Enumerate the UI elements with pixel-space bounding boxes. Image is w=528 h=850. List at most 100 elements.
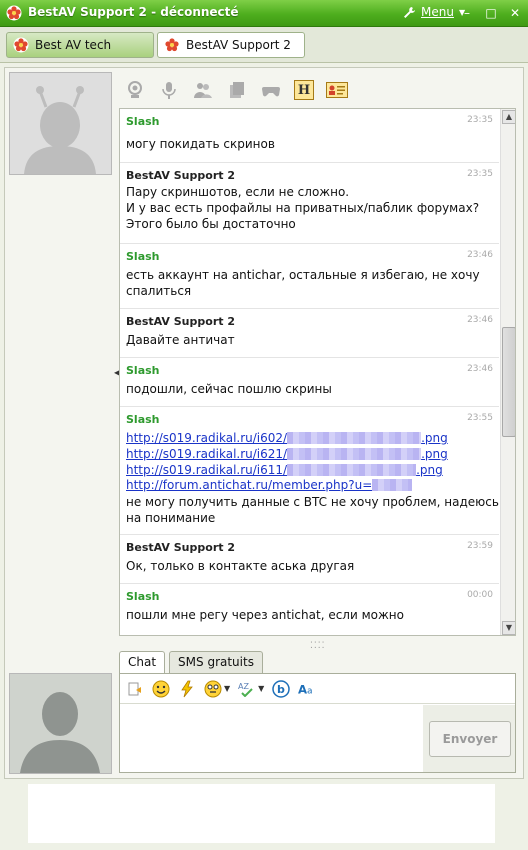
- link-line[interactable]: http://forum.antichat.ru/member.php?u=: [126, 478, 413, 492]
- message-line: могу покидать скринов: [126, 137, 275, 151]
- contact-card-icon[interactable]: [326, 79, 348, 101]
- message-link[interactable]: http://s019.radikal.ru/i602/: [126, 431, 287, 445]
- message-line: Ок, только в контакте аська другая: [126, 559, 355, 573]
- tab-bestav-support-2[interactable]: BestAV Support 2: [157, 32, 305, 58]
- files-icon[interactable]: [226, 79, 248, 101]
- chat-message: BestAV Support 2 23:46 Давайте античат: [120, 309, 499, 358]
- scroll-thumb[interactable]: [502, 327, 515, 437]
- message-link[interactable]: http://s019.radikal.ru/i621/: [126, 447, 287, 461]
- message-sender: Slash: [126, 250, 160, 263]
- message-sender: BestAV Support 2: [126, 169, 235, 182]
- redacted-segment: [287, 432, 422, 444]
- bing-icon[interactable]: b: [272, 679, 291, 698]
- svg-text:b: b: [277, 683, 285, 696]
- webcam-icon[interactable]: [124, 79, 146, 101]
- chat-log[interactable]: Slash 23:35 могу покидать скринов BestAV…: [119, 108, 516, 636]
- link-suffix[interactable]: .png: [416, 463, 443, 477]
- maximize-button[interactable]: □: [484, 6, 498, 20]
- message-line: Этого было бы достаточно: [126, 217, 296, 231]
- message-line: пошли мне регу через antichat, если можн…: [126, 608, 404, 622]
- redacted-segment: [287, 448, 422, 460]
- message-time: 23:35: [467, 169, 493, 179]
- font-icon[interactable]: Aa: [298, 680, 316, 698]
- message-link[interactable]: http://forum.antichat.ru/member.php?u=: [126, 478, 372, 492]
- message-sender: Slash: [126, 364, 160, 377]
- message-time: 23:55: [467, 413, 493, 423]
- message-line: подошли, сейчас пошлю скрины: [126, 382, 332, 396]
- svg-text:A: A: [298, 682, 307, 696]
- close-button[interactable]: ✕: [508, 6, 522, 20]
- chat-message: Slash 23:46 есть аккаунт на antichar, ос…: [120, 244, 499, 309]
- message-line: не могу получить данные с BTC не хочу пр…: [126, 495, 499, 509]
- tab-chat[interactable]: Chat: [119, 651, 166, 674]
- menu-label: Menu: [421, 5, 454, 19]
- message-line: Давайте античат: [126, 333, 235, 347]
- message-sender: Slash: [126, 590, 160, 603]
- tab-label: BestAV Support 2: [186, 38, 291, 52]
- redacted-segment: [372, 479, 413, 491]
- my-avatar[interactable]: [9, 673, 112, 774]
- font-style-icon[interactable]: [126, 680, 144, 698]
- default-avatar-icon: [10, 73, 111, 174]
- chat-message: BestAV Support 2 23:59 Ок, только в конт…: [120, 535, 499, 584]
- link-line[interactable]: http://s019.radikal.ru/i621/ .png: [126, 447, 448, 461]
- redacted-segment: [287, 464, 417, 476]
- message-time: 23:59: [467, 541, 493, 551]
- flower-icon: [164, 37, 180, 53]
- message-time: 00:00: [467, 590, 493, 600]
- gamepad-icon[interactable]: [260, 79, 282, 101]
- splitter-grip[interactable]: ⁚⁚⁚⁚: [310, 641, 325, 651]
- link-line[interactable]: http://s019.radikal.ru/i602/ .png: [126, 431, 448, 445]
- message-line: на понимание: [126, 511, 216, 525]
- message-sender: Slash: [126, 115, 160, 128]
- nudge-lightning-icon[interactable]: [178, 680, 196, 698]
- message-sender: BestAV Support 2: [126, 541, 235, 554]
- tab-label: Best AV tech: [35, 38, 112, 52]
- smiley-icon[interactable]: [152, 680, 170, 698]
- message-line: спалиться: [126, 284, 192, 298]
- contact-avatar[interactable]: [9, 72, 112, 175]
- minimize-button[interactable]: –: [460, 6, 474, 20]
- message-line: И у вас есть профайлы на приватных/пабли…: [126, 201, 480, 215]
- window-title: BestAV Support 2 - déconnecté: [28, 5, 239, 19]
- spellcheck-icon[interactable]: AZ: [238, 680, 256, 698]
- message-sender: BestAV Support 2: [126, 315, 235, 328]
- wink-icon[interactable]: [204, 680, 222, 698]
- svg-text:a: a: [307, 686, 313, 696]
- chat-message: Slash 23:55 http://s019.radikal.ru/i602/…: [120, 407, 499, 535]
- send-panel: Envoyer: [423, 705, 515, 772]
- message-time: 23:46: [467, 250, 493, 260]
- chat-scrollbar[interactable]: ▲ ▼: [500, 109, 515, 635]
- link-suffix[interactable]: .png: [421, 447, 448, 461]
- bottom-ad-panel: [28, 784, 495, 843]
- message-line: есть аккаунт на antichar, остальные я из…: [126, 268, 480, 282]
- spellcheck-dropdown-icon[interactable]: ▼: [258, 684, 264, 693]
- message-time: 23:46: [467, 364, 493, 374]
- scroll-down-button[interactable]: ▼: [502, 621, 515, 635]
- conversation-tabs: Best AV tech BestAV Support 2: [0, 27, 528, 63]
- send-button[interactable]: Envoyer: [429, 721, 511, 757]
- flower-icon: [13, 37, 29, 53]
- microphone-icon[interactable]: [158, 79, 180, 101]
- title-bar: BestAV Support 2 - déconnecté Menu ▼ – □…: [0, 0, 528, 27]
- message-input[interactable]: [122, 706, 422, 770]
- message-line: Пару скриншотов, если не сложно.: [126, 185, 350, 199]
- message-sender: Slash: [126, 413, 160, 426]
- tab-sms-gratuits[interactable]: SMS gratuits: [169, 651, 263, 673]
- wink-dropdown-icon[interactable]: ▼: [224, 684, 230, 693]
- message-time: 23:35: [467, 115, 493, 125]
- chat-message: BestAV Support 2 23:35 Пару скриншотов, …: [120, 163, 499, 244]
- link-suffix[interactable]: .png: [421, 431, 448, 445]
- scroll-up-button[interactable]: ▲: [502, 110, 515, 124]
- silhouette-avatar-icon: [10, 674, 111, 773]
- h-button[interactable]: H: [294, 80, 314, 100]
- menu-button[interactable]: Menu ▼: [403, 5, 465, 19]
- message-link[interactable]: http://s019.radikal.ru/i611/: [126, 463, 287, 477]
- link-line[interactable]: http://s019.radikal.ru/i611/ .png: [126, 463, 443, 477]
- chat-toolbar: H: [120, 76, 520, 104]
- add-contacts-icon[interactable]: [192, 79, 214, 101]
- flower-app-icon: [6, 5, 22, 21]
- tab-best-av-tech[interactable]: Best AV tech: [6, 32, 154, 58]
- input-tabs: Chat SMS gratuits: [119, 651, 263, 674]
- chat-message: Slash 00:00 пошли мне регу через anticha…: [120, 584, 499, 635]
